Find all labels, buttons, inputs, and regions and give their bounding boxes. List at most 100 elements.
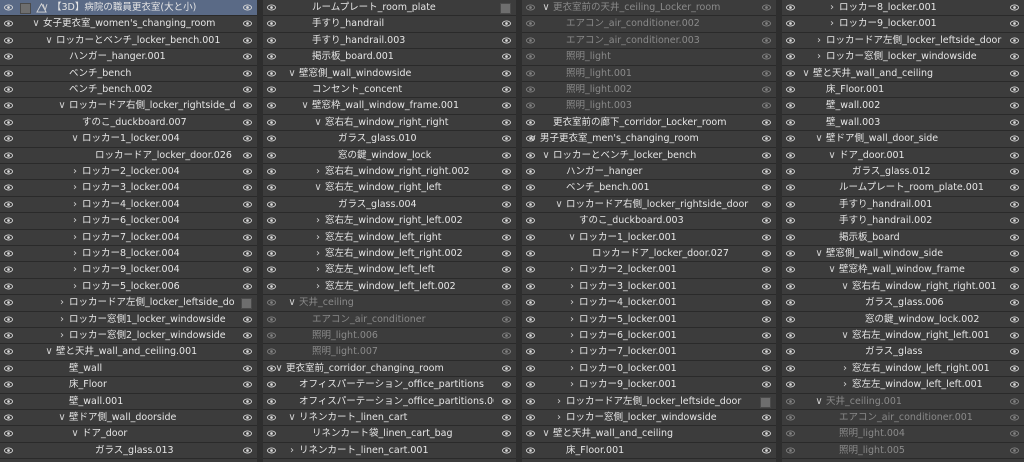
visibility-eye-icon[interactable] [267,69,276,78]
render-eye-icon[interactable] [502,397,511,406]
render-eye-icon[interactable] [762,3,771,12]
render-eye-icon[interactable] [1010,413,1019,422]
visibility-eye-icon[interactable] [786,134,795,143]
chevron-down-icon[interactable]: ∨ [287,67,297,81]
layer-row[interactable]: ガラス_glass.006 [782,295,1024,312]
visibility-eye-icon[interactable] [786,101,795,110]
chevron-right-icon[interactable]: › [567,296,577,310]
visibility-eye-icon[interactable] [526,118,535,127]
layer-row[interactable]: ガラス_glass.013 [0,443,257,460]
visibility-eye-icon[interactable] [4,413,13,422]
layer-row[interactable]: › ロッカー5_locker.006 [0,279,257,296]
chevron-down-icon[interactable]: ∨ [300,99,310,113]
visibility-eye-icon[interactable] [267,101,276,110]
layer-row[interactable]: エアコン_air_conditioner.003 [522,33,776,50]
visibility-eye-icon[interactable] [267,151,276,160]
layer-row[interactable]: 手すり_handrail.002 [782,213,1024,230]
layer-row[interactable]: ∨ 女子更衣室_women's_changing_room [0,16,257,33]
chevron-right-icon[interactable]: › [554,411,564,425]
render-eye-icon[interactable] [243,19,252,28]
chevron-right-icon[interactable]: › [554,395,564,409]
layer-row[interactable]: オフィスパーテーション_office_partitions.001 [263,394,516,410]
layer-row[interactable]: 壁_wall.001 [0,394,257,410]
layer-row[interactable]: すのこ_duckboard.003 [522,213,776,230]
visibility-eye-icon[interactable] [4,446,13,455]
layer-row[interactable]: › ロッカー3_locker.001 [522,279,776,296]
visibility-eye-icon[interactable] [526,216,535,225]
chevron-right-icon[interactable]: › [313,263,323,277]
visibility-eye-icon[interactable] [526,282,535,291]
render-eye-icon[interactable] [1010,134,1019,143]
render-eye-icon[interactable] [243,265,252,274]
visibility-eye-icon[interactable] [267,265,276,274]
layer-row[interactable]: ∨ 壁と天井_wall_and_ceiling.001 [0,344,257,361]
render-eye-icon[interactable] [502,331,511,340]
layer-row[interactable]: ∨ 壁ドア側_wall_doorside [0,410,257,427]
visibility-eye-icon[interactable] [4,347,13,356]
layer-row[interactable]: エアコン_air_conditioner.002 [522,16,776,33]
render-eye-icon[interactable] [243,69,252,78]
visibility-eye-icon[interactable] [267,233,276,242]
render-eye-icon[interactable] [502,167,511,176]
layer-row[interactable]: 照明_light.006 [263,328,516,345]
layer-row[interactable]: › ロッカードア左側_locker_leftside_door [522,394,776,410]
render-eye-icon[interactable] [1010,52,1019,61]
chevron-right-icon[interactable]: › [57,313,67,327]
visibility-eye-icon[interactable] [786,282,795,291]
layer-row[interactable]: › ロッカー3_locker.004 [0,180,257,197]
chevron-down-icon[interactable]: ∨ [827,149,837,163]
layer-row[interactable]: コンセント_concent [263,82,516,99]
render-eye-icon[interactable] [502,118,511,127]
visibility-eye-icon[interactable] [526,183,535,192]
layer-row[interactable]: › 窓左右_window_left_right.002 [263,246,516,263]
visibility-eye-icon[interactable] [4,380,13,389]
layer-row[interactable]: ∨ ロッカードア右側_locker_rightside_door [522,197,776,214]
layer-row[interactable]: ∨ 壁ドア側_wall_door_side [782,131,1024,148]
layer-row[interactable]: ロッカードア_locker_door.027 [522,246,776,263]
visibility-eye-icon[interactable] [4,85,13,94]
render-eye-icon[interactable] [1010,331,1019,340]
layer-checkbox[interactable] [500,3,511,14]
render-eye-icon[interactable] [762,85,771,94]
layer-row[interactable]: 照明_light.002 [522,82,776,99]
layer-row[interactable]: › 窓左左_window_left_left.002 [263,279,516,296]
render-eye-icon[interactable] [1010,380,1019,389]
render-eye-icon[interactable] [1010,200,1019,209]
render-eye-icon[interactable] [502,216,511,225]
layer-row[interactable]: › ロッカー6_locker.001 [522,328,776,345]
render-eye-icon[interactable] [762,101,771,110]
chevron-down-icon[interactable]: ∨ [567,231,577,245]
visibility-eye-icon[interactable] [4,200,13,209]
visibility-eye-icon[interactable] [526,413,535,422]
render-eye-icon[interactable] [243,200,252,209]
chevron-right-icon[interactable]: › [313,231,323,245]
layer-row[interactable]: オフィスパーテーション_office_partitions [263,377,516,394]
render-eye-icon[interactable] [1010,85,1019,94]
layer-row[interactable]: ガラス_glass [782,344,1024,361]
visibility-eye-icon[interactable] [786,397,795,406]
visibility-eye-icon[interactable] [267,298,276,307]
render-eye-icon[interactable] [502,282,511,291]
visibility-eye-icon[interactable] [4,216,13,225]
layer-row[interactable]: ∨ ロッカーとベンチ_locker_bench [522,148,776,164]
layer-row[interactable]: ガラス_glass.004 [263,197,516,214]
chevron-right-icon[interactable]: › [827,1,837,15]
render-eye-icon[interactable] [502,233,511,242]
visibility-eye-icon[interactable] [786,298,795,307]
render-eye-icon[interactable] [1010,183,1019,192]
layer-row[interactable]: 照明_light.005 [782,443,1024,460]
layer-row[interactable]: ∨ ロッカー1_locker.001 [522,230,776,246]
render-eye-icon[interactable] [502,380,511,389]
layer-row[interactable]: 床_Floor.001 [522,443,776,460]
layer-row[interactable]: ベンチ_bench [0,66,257,82]
visibility-eye-icon[interactable] [4,19,13,28]
layer-row[interactable]: › ロッカー0_locker.001 [522,361,776,378]
visibility-eye-icon[interactable] [267,85,276,94]
visibility-eye-icon[interactable] [267,413,276,422]
render-eye-icon[interactable] [762,200,771,209]
render-eye-icon[interactable] [762,151,771,160]
render-eye-icon[interactable] [762,69,771,78]
chevron-right-icon[interactable]: › [57,296,67,310]
visibility-eye-icon[interactable] [4,183,13,192]
render-eye-icon[interactable] [243,429,252,438]
